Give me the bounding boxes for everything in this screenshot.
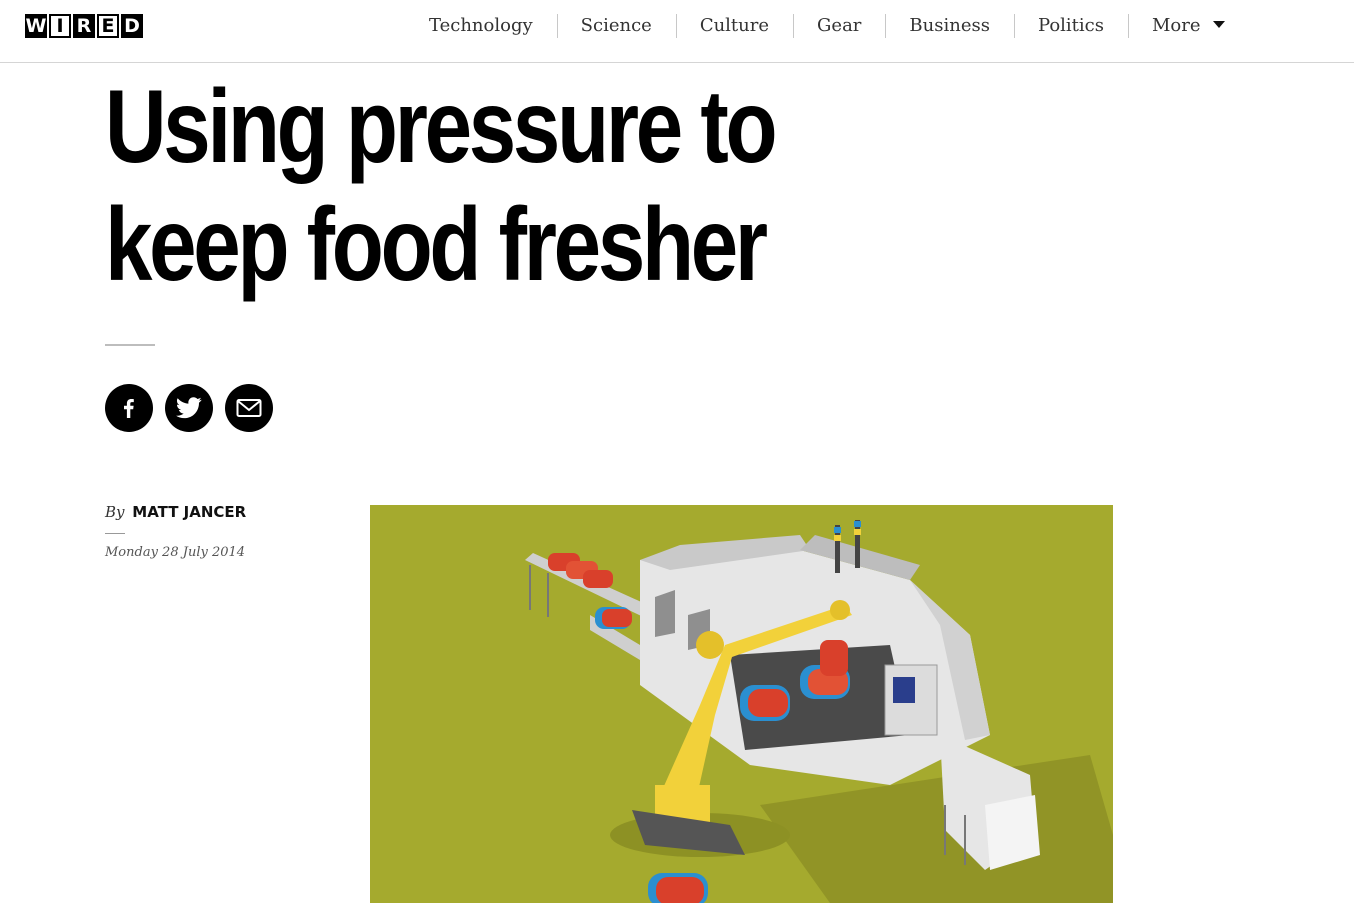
- main-nav: Technology Science Culture Gear Business…: [405, 0, 1249, 52]
- byline-prefix: By: [105, 503, 125, 521]
- wired-logo[interactable]: W I R E D: [25, 14, 145, 38]
- share-buttons: [105, 384, 285, 432]
- hero-image: [370, 505, 1113, 903]
- twitter-icon: [176, 397, 202, 419]
- nav-item-technology[interactable]: Technology: [405, 13, 557, 39]
- twitter-share-button[interactable]: [165, 384, 213, 432]
- nav-item-more[interactable]: More: [1128, 13, 1249, 39]
- caret-down-icon: [1212, 20, 1225, 28]
- logo-letter: D: [121, 14, 143, 38]
- logo-letter: R: [73, 14, 95, 38]
- email-share-button[interactable]: [225, 384, 273, 432]
- nav-item-business[interactable]: Business: [885, 13, 1014, 39]
- email-icon: [236, 399, 262, 417]
- facebook-share-button[interactable]: [105, 384, 153, 432]
- food-processing-machine-illustration: [370, 505, 1113, 903]
- article-title: Using pressure to keep food fresher: [105, 69, 778, 303]
- byline-divider: [105, 533, 125, 534]
- site-header: W I R E D Technology Science Culture Gea…: [0, 0, 1354, 63]
- nav-item-science[interactable]: Science: [556, 13, 676, 39]
- author-link[interactable]: MATT JANCER: [132, 503, 246, 521]
- nav-item-gear[interactable]: Gear: [793, 13, 885, 39]
- nav-item-politics[interactable]: Politics: [1013, 13, 1128, 39]
- nav-item-culture[interactable]: Culture: [675, 13, 793, 39]
- title-divider: [105, 344, 155, 346]
- facebook-icon: [124, 399, 134, 418]
- logo-letter: I: [49, 14, 71, 38]
- more-label: More: [1152, 15, 1201, 36]
- logo-letter: W: [25, 14, 47, 38]
- publish-date: Monday 28 July 2014: [105, 545, 246, 560]
- byline: By MATT JANCER: [105, 503, 246, 521]
- logo-letter: E: [97, 14, 119, 38]
